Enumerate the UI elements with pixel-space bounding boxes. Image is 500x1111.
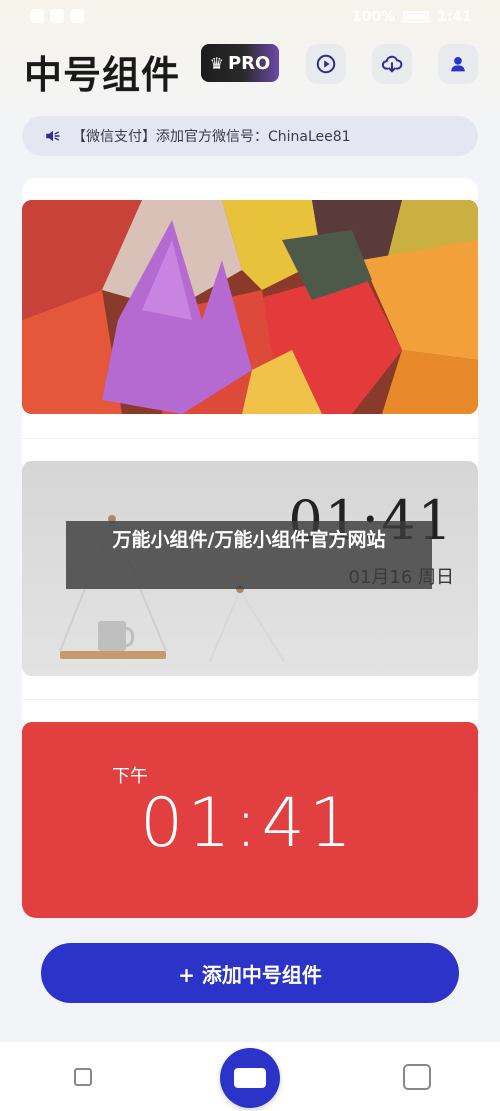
leaves-image <box>22 200 478 414</box>
wifi-icon <box>50 9 64 23</box>
battery-percent: 100% <box>351 9 396 25</box>
speaker-icon <box>46 130 60 142</box>
notice-text: 【微信支付】添加官方微信号：ChinaLee81 <box>72 129 351 145</box>
shelf-board <box>60 651 166 659</box>
play-button[interactable] <box>306 44 346 84</box>
divider <box>22 699 478 700</box>
app-notification-icon <box>70 9 84 23</box>
status-bar: 100% 1:41 <box>0 0 500 34</box>
cloud-download-button[interactable] <box>372 44 412 84</box>
battery-icon <box>403 11 430 23</box>
cloud-download-icon <box>381 55 403 73</box>
divider <box>22 438 478 439</box>
play-icon <box>316 54 336 74</box>
red-clock-time: 01:41 <box>140 784 356 863</box>
medium-widget-tab[interactable] <box>220 1048 280 1108</box>
medium-widget-icon <box>234 1068 266 1088</box>
status-time: 1:41 <box>437 9 472 25</box>
pro-badge[interactable]: ♛ PRO <box>201 44 279 82</box>
widget-red-clock[interactable]: 下午 01:41 <box>22 722 478 918</box>
add-widget-button[interactable]: + 添加中号组件 <box>41 943 459 1003</box>
large-widget-icon[interactable] <box>403 1064 431 1090</box>
mug <box>98 621 134 651</box>
user-button[interactable] <box>438 44 478 84</box>
crown-icon: ♛ <box>209 53 224 73</box>
notice-bar[interactable]: 【微信支付】添加官方微信号：ChinaLee81 <box>22 116 478 156</box>
widget-photo-leaves[interactable] <box>22 200 478 414</box>
page-title: 中号组件 <box>24 53 181 97</box>
small-widget-icon[interactable] <box>74 1068 92 1086</box>
bottom-nav <box>0 1042 500 1111</box>
watermark-overlay: 万能小组件/万能小组件官方网站 <box>66 521 432 589</box>
sim-icon <box>30 9 44 23</box>
user-icon <box>451 56 465 72</box>
header: 中号组件 ♛ PRO <box>24 40 478 97</box>
